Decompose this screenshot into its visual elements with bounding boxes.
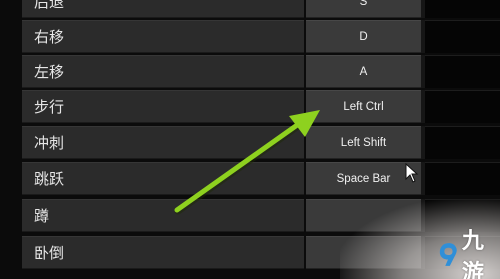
action-label: 跳跃: [34, 170, 65, 188]
keybind-row-move-left[interactable]: 左移 A: [22, 55, 500, 88]
secondary-key-button[interactable]: [425, 162, 500, 195]
nine-game-logo-icon: [439, 243, 457, 266]
action-label: 右移: [34, 28, 65, 46]
primary-key-button[interactable]: Left Shift: [306, 126, 421, 159]
action-cell: 步行: [22, 90, 304, 123]
watermark-text: 九游: [461, 229, 484, 279]
keybind-row-jump[interactable]: 跳跃 Space Bar: [22, 162, 500, 195]
primary-key-button[interactable]: Left Ctrl: [306, 90, 421, 123]
primary-key-button[interactable]: Space Bar: [306, 162, 421, 195]
action-cell: 蹲: [22, 199, 304, 232]
primary-key-button[interactable]: [306, 199, 421, 232]
action-label: 冲刺: [34, 134, 65, 152]
keybind-row-crouch[interactable]: 蹲: [22, 199, 500, 232]
keybind-row-prone[interactable]: 卧倒: [22, 236, 500, 269]
secondary-key-button[interactable]: [425, 90, 500, 123]
secondary-key-button[interactable]: [425, 0, 500, 18]
secondary-key-button[interactable]: [425, 20, 500, 53]
keybind-row-move-right[interactable]: 右移 D: [22, 20, 500, 53]
action-label: 卧倒: [34, 244, 65, 262]
action-cell: 后退: [22, 0, 304, 18]
primary-key-button[interactable]: A: [306, 55, 421, 88]
action-cell: 左移: [22, 55, 304, 88]
keybinding-settings-panel: 后退 S 右移 D 左移 A 步行 Left Ctrl 冲刺 Left Shif…: [0, 0, 500, 279]
action-cell: 跳跃: [22, 162, 304, 195]
primary-key-button[interactable]: S: [306, 0, 421, 18]
action-label: 步行: [34, 98, 65, 116]
action-label: 蹲: [34, 207, 50, 225]
action-label: 后退: [34, 0, 65, 11]
action-cell: 卧倒: [22, 236, 304, 269]
primary-key-button[interactable]: D: [306, 20, 421, 53]
watermark: 九游: [438, 229, 500, 279]
primary-key-button[interactable]: [306, 236, 421, 269]
keybind-row-walk[interactable]: 步行 Left Ctrl: [22, 90, 500, 123]
action-label: 左移: [34, 63, 65, 81]
keybind-row-sprint[interactable]: 冲刺 Left Shift: [22, 126, 500, 159]
keybind-row-back[interactable]: 后退 S: [22, 0, 500, 18]
action-cell: 右移: [22, 20, 304, 53]
secondary-key-button[interactable]: [425, 126, 500, 159]
action-cell: 冲刺: [22, 126, 304, 159]
mouse-cursor-icon: [405, 163, 419, 183]
secondary-key-button[interactable]: [425, 55, 500, 88]
